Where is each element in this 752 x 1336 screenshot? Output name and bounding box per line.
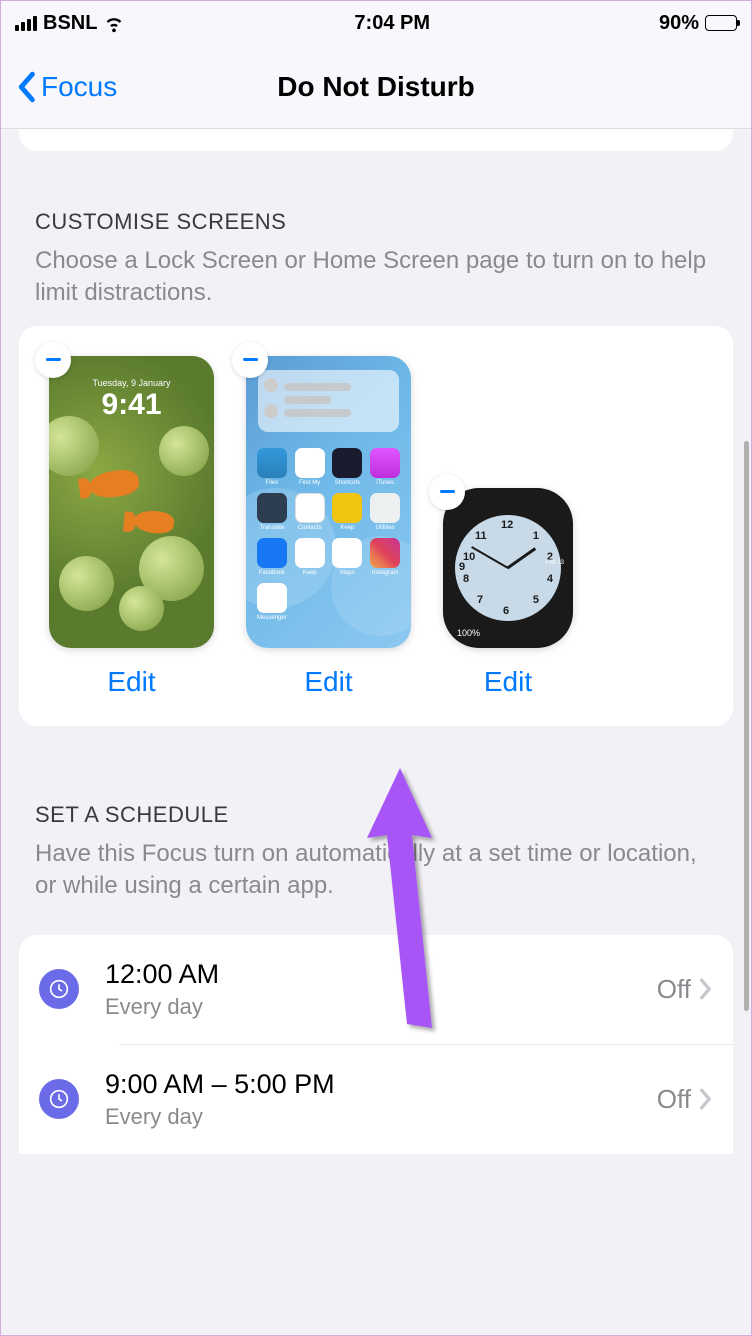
remove-home-screen-button[interactable] <box>232 342 268 378</box>
clock-icon <box>39 969 79 1009</box>
minus-icon <box>440 490 455 493</box>
battery-icon <box>705 15 737 31</box>
remove-lock-screen-button[interactable] <box>35 342 71 378</box>
cellular-signal-icon <box>15 16 37 31</box>
status-time: 7:04 PM <box>354 12 430 35</box>
wifi-icon <box>103 12 125 34</box>
chevron-right-icon <box>699 978 713 1000</box>
edit-watch-button[interactable]: Edit <box>484 666 532 698</box>
home-screen-item[interactable]: Files Find My Shortcuts iTunes Translate… <box>246 356 411 698</box>
navigation-bar: Focus Do Not Disturb <box>1 45 751 129</box>
lock-screen-preview: Tuesday, 9 January 9:41 <box>49 356 214 648</box>
customise-section-title: CUSTOMISE SCREENS <box>35 209 717 235</box>
edit-home-screen-button[interactable]: Edit <box>304 666 352 698</box>
lock-screen-item[interactable]: Tuesday, 9 January 9:41 Edit <box>49 356 214 698</box>
schedule-row[interactable]: 12:00 AM Every day Off <box>19 935 733 1044</box>
schedule-section-title: SET A SCHEDULE <box>35 802 717 828</box>
scroll-indicator[interactable] <box>744 441 749 1011</box>
watch-preview: 12 1 2 4 5 6 7 8 9 10 11 FRI 23 100% <box>443 488 573 648</box>
chevron-right-icon <box>699 1088 713 1110</box>
chevron-left-icon <box>15 71 37 103</box>
carrier-label: BSNL <box>43 12 97 35</box>
schedule-status: Off <box>657 974 691 1005</box>
schedule-sub: Every day <box>105 994 657 1020</box>
lock-date: Tuesday, 9 January <box>49 378 214 388</box>
watch-item[interactable]: 12 1 2 4 5 6 7 8 9 10 11 FRI 23 100% <box>443 488 573 698</box>
customise-section-desc: Choose a Lock Screen or Home Screen page… <box>35 245 717 310</box>
clock-icon <box>39 1079 79 1119</box>
schedule-time: 9:00 AM – 5:00 PM <box>105 1069 657 1100</box>
home-screen-preview: Files Find My Shortcuts iTunes Translate… <box>246 356 411 648</box>
minus-icon <box>243 358 258 361</box>
schedule-sub: Every day <box>105 1104 657 1130</box>
schedule-card: 12:00 AM Every day Off 9:00 AM – 5:00 PM… <box>19 935 733 1154</box>
customise-screens-card: Tuesday, 9 January 9:41 Edit Files Find … <box>19 326 733 726</box>
back-button[interactable]: Focus <box>15 71 117 103</box>
schedule-status: Off <box>657 1084 691 1115</box>
schedule-section-desc: Have this Focus turn on automatically at… <box>35 838 717 903</box>
schedule-time: 12:00 AM <box>105 959 657 990</box>
edit-lock-screen-button[interactable]: Edit <box>107 666 155 698</box>
battery-percent: 90% <box>659 12 699 35</box>
lock-clock: 9:41 <box>49 388 214 422</box>
page-title: Do Not Disturb <box>277 71 475 103</box>
remove-watch-button[interactable] <box>429 474 465 510</box>
status-bar: BSNL 7:04 PM 90% <box>1 1 751 45</box>
minus-icon <box>46 358 61 361</box>
schedule-row[interactable]: 9:00 AM – 5:00 PM Every day Off <box>19 1045 733 1154</box>
previous-card-edge <box>19 129 733 151</box>
back-label: Focus <box>41 71 117 103</box>
